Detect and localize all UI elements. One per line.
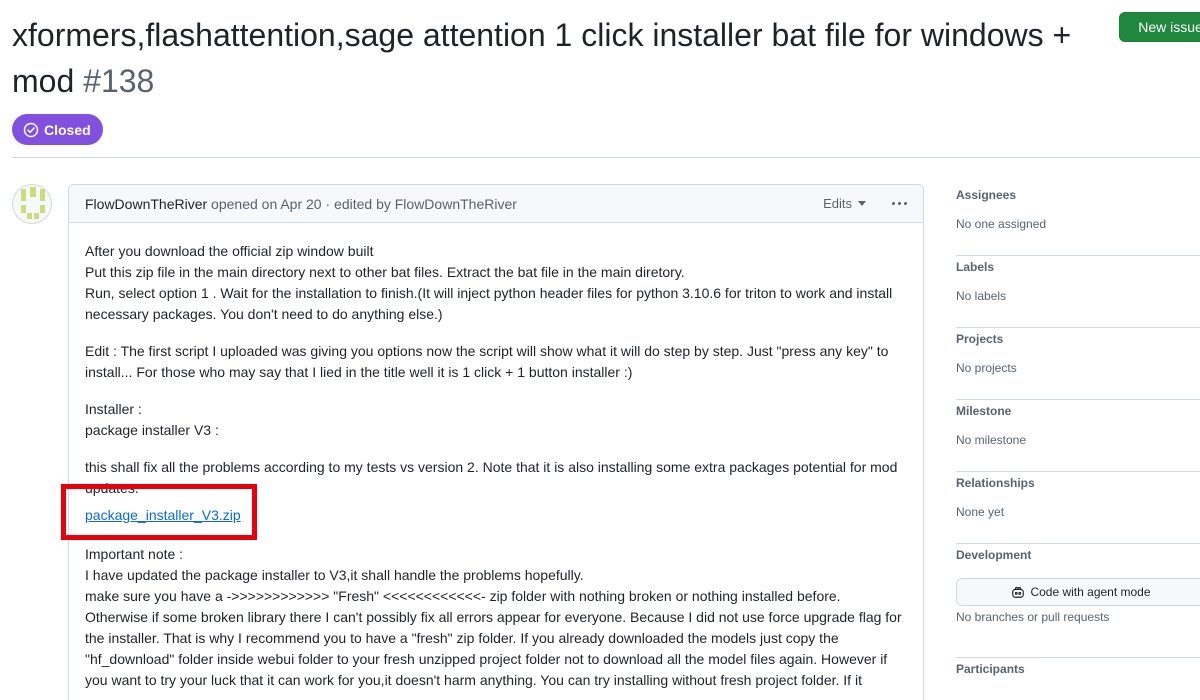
sidebar-assignees: Assignees No one assigned bbox=[956, 184, 1200, 256]
package-label: package installer V3 : bbox=[85, 422, 219, 438]
triangle-down-icon bbox=[858, 201, 866, 206]
important-line: make sure you have a ->>>>>>>>>>>> "Fres… bbox=[85, 588, 902, 688]
identicon-icon bbox=[21, 187, 45, 219]
new-issue-button[interactable]: New issue bbox=[1119, 12, 1200, 42]
body-intro-line: After you download the official zip wind… bbox=[85, 243, 374, 259]
comment-opened-text: opened on Apr 20 · edited by bbox=[211, 195, 391, 212]
important-line: I have updated the package installer to … bbox=[85, 567, 584, 583]
comment-options-kebab-icon[interactable] bbox=[892, 202, 907, 205]
sidebar-relationships-title[interactable]: Relationships bbox=[956, 476, 1035, 490]
sidebar-relationships-value: None yet bbox=[956, 505, 1005, 519]
comment-author-link[interactable]: FlowDownTheRiver bbox=[85, 196, 207, 212]
body-edit-note: Edit : The first script I uploaded was g… bbox=[85, 343, 889, 380]
sidebar-development-title[interactable]: Development bbox=[956, 548, 1031, 562]
edits-dropdown[interactable]: Edits bbox=[823, 196, 866, 211]
sidebar-projects-title[interactable]: Projects bbox=[956, 332, 1003, 346]
issue-title: xformers,flashattention,sage attention 1… bbox=[12, 12, 1092, 104]
installer-label: Installer : bbox=[85, 401, 142, 417]
sidebar-milestone-title[interactable]: Milestone bbox=[956, 404, 1011, 418]
comment-editor-link[interactable]: FlowDownTheRiver bbox=[395, 196, 517, 212]
edits-label: Edits bbox=[823, 196, 852, 211]
body-intro: After you download the official zip wind… bbox=[85, 241, 907, 325]
body-intro-line: Run, select option 1 . Wait for the inst… bbox=[85, 285, 893, 322]
red-highlight-box bbox=[61, 484, 257, 540]
important-label: Important note : bbox=[85, 546, 184, 562]
sidebar-milestone-value: No milestone bbox=[956, 433, 1027, 447]
sidebar-assignees-value: No one assigned bbox=[956, 217, 1047, 231]
copilot-icon bbox=[1012, 586, 1025, 598]
check-circle-icon bbox=[23, 122, 39, 137]
sidebar-participants: Participants bbox=[956, 658, 1200, 698]
header-divider bbox=[12, 157, 1200, 158]
sidebar-participants-title[interactable]: Participants bbox=[956, 662, 1025, 676]
comment-body: After you download the official zip wind… bbox=[61, 223, 923, 691]
body-intro-line: Put this zip file in the main directory … bbox=[85, 264, 685, 280]
code-with-agent-button[interactable]: Code with agent mode bbox=[956, 578, 1200, 606]
sidebar-milestone: Milestone No milestone bbox=[956, 400, 1200, 472]
issue-number: #138 bbox=[83, 63, 155, 99]
sidebar-relationships: Relationships None yet bbox=[956, 472, 1200, 544]
sidebar-assignees-title[interactable]: Assignees bbox=[956, 188, 1016, 202]
sidebar-labels-value: No labels bbox=[956, 289, 1007, 303]
download-link-wrapper: package_installer_V3.zip bbox=[61, 484, 257, 540]
issue-state-badge: Closed bbox=[12, 114, 103, 145]
sidebar-development-value: No branches or pull requests bbox=[956, 610, 1110, 624]
author-avatar[interactable] bbox=[12, 184, 52, 224]
sidebar-projects-value: No projects bbox=[956, 361, 1017, 375]
issue-comment: FlowDownTheRiver opened on Apr 20 · edit… bbox=[61, 184, 924, 700]
sidebar-projects: Projects No projects bbox=[956, 328, 1200, 400]
issue-state-label: Closed bbox=[44, 121, 91, 138]
issue-sidebar: Assignees No one assigned Labels No labe… bbox=[956, 184, 1200, 698]
body-installer-block: Installer : package installer V3 : bbox=[85, 399, 907, 441]
comment-header: FlowDownTheRiver opened on Apr 20 · edit… bbox=[69, 185, 923, 223]
issue-title-text: xformers,flashattention,sage attention 1… bbox=[12, 17, 1072, 99]
sidebar-labels-title[interactable]: Labels bbox=[956, 260, 994, 274]
sidebar-labels: Labels No labels bbox=[956, 256, 1200, 328]
body-important: Important note : I have updated the pack… bbox=[85, 544, 907, 691]
code-with-agent-label: Code with agent mode bbox=[1030, 585, 1151, 599]
